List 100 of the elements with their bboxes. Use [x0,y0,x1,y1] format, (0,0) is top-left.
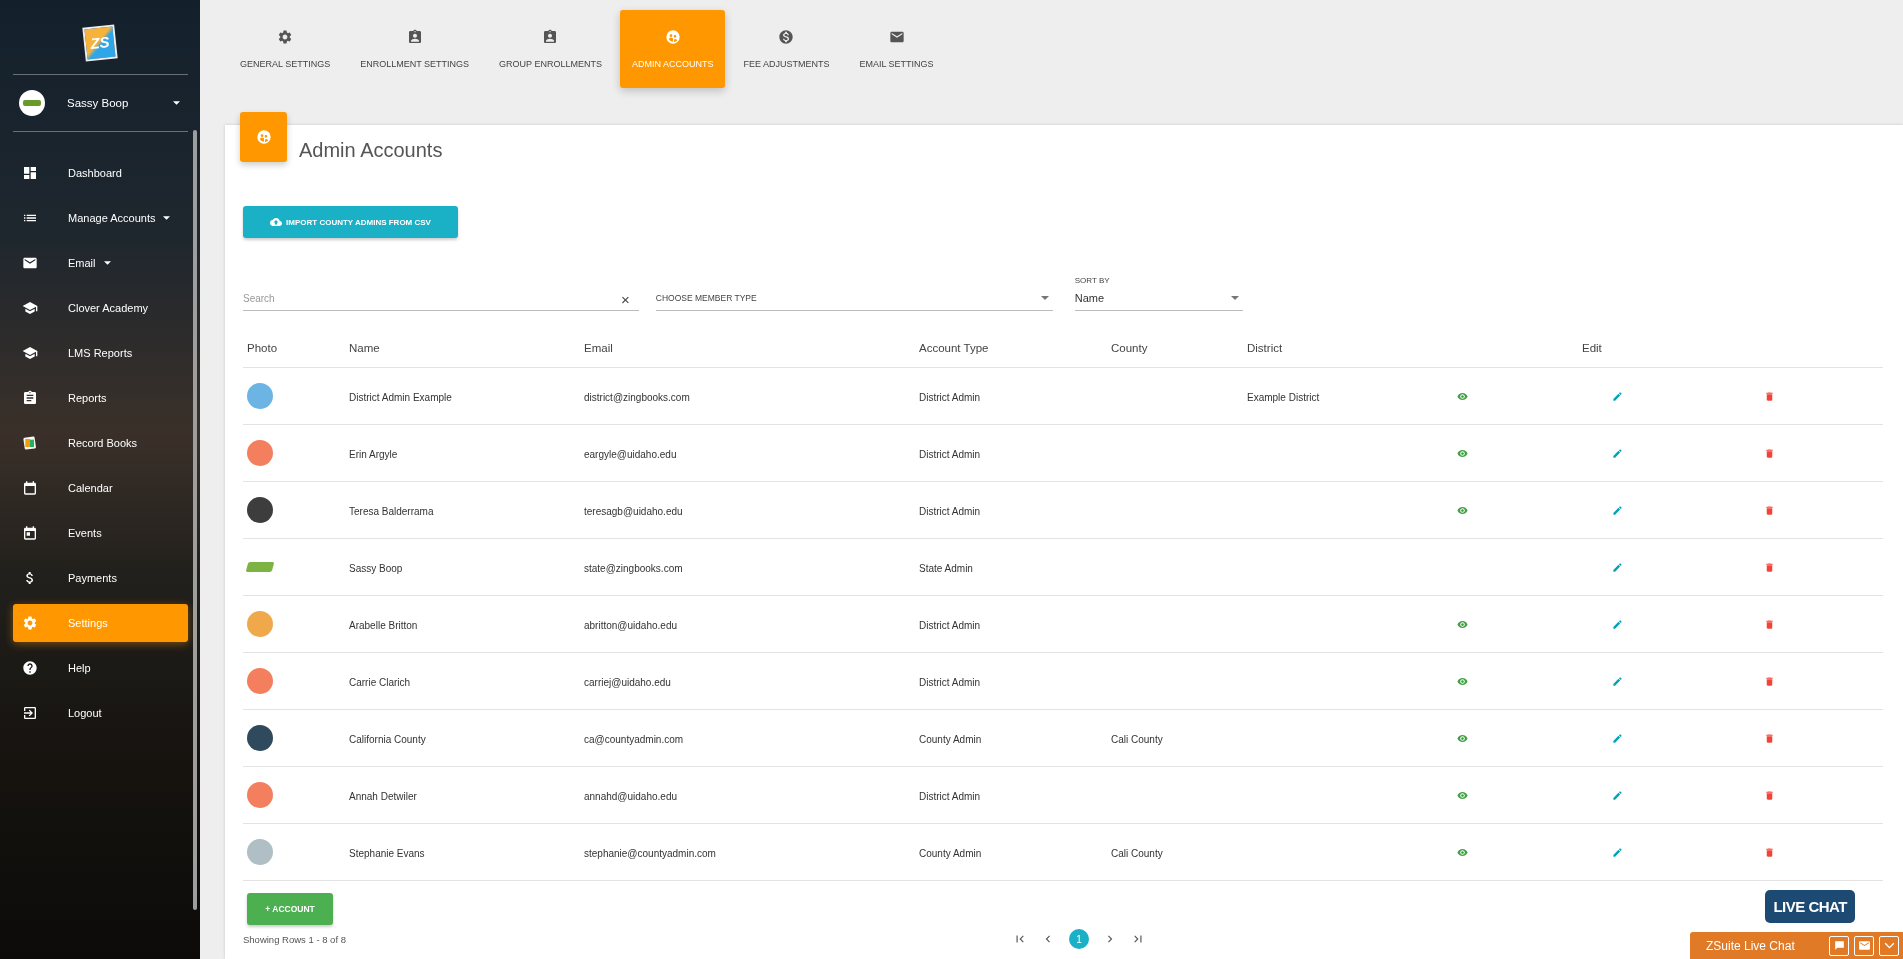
sidebar-item[interactable]: Calendar [13,469,188,507]
table-cell: District Admin [919,506,981,517]
sort-dropdown[interactable]: Name [1074,286,1243,311]
delete-icon[interactable] [1764,846,1775,858]
table-cell: state@zingbooks.com [584,563,683,574]
view-icon[interactable] [1457,390,1468,402]
user-menu[interactable]: Sassy Boop [0,75,200,131]
settings-tab[interactable]: GROUP ENROLLMENTS [487,10,614,88]
edit-icon[interactable] [1612,561,1623,573]
table-cell: Annah Detwiler [349,791,417,802]
table-cell: District Admin [919,677,981,688]
id-badge-icon [406,29,423,45]
help-icon [22,659,38,676]
chevron-down-icon[interactable] [1879,935,1899,956]
settings-tab[interactable]: GENERAL SETTINGS [228,10,343,88]
table-cell: stephanie@countyadmin.com [584,848,716,859]
settings-icon [277,29,294,45]
logout-icon [22,704,38,721]
table-cell: abritton@uidaho.edu [584,620,677,631]
edit-icon[interactable] [1612,732,1623,744]
table-cell: Stephanie Evans [349,848,425,859]
column-header: Account Type [919,342,989,354]
delete-icon[interactable] [1764,675,1775,687]
table-cell: Cali County [1111,848,1163,859]
table-cell: annahd@uidaho.edu [584,791,677,802]
sort-label: SORT BY [1074,276,1111,285]
delete-icon[interactable] [1764,390,1775,402]
sidebar-item[interactable]: Payments [13,559,188,597]
sidebar-item[interactable]: Reports [13,379,188,417]
sidebar-item[interactable]: Dashboard [13,154,188,192]
column-header: Name [349,342,380,354]
calendar-icon [22,479,38,496]
column-header: District [1247,342,1283,354]
table-cell: District Admin Example [349,392,452,403]
table-cell: Teresa Balderrama [349,506,434,517]
table-cell: carriej@uidaho.edu [584,677,671,688]
page-title: Admin Accounts [299,138,443,162]
table-cell: Carrie Clarich [349,677,411,688]
mail-icon[interactable] [1854,935,1874,956]
sidebar-item[interactable]: Manage Accounts [13,199,188,237]
view-icon[interactable] [1457,789,1468,801]
table-cell: Arabelle Britton [349,620,418,631]
edit-icon[interactable] [1612,675,1623,687]
delete-icon[interactable] [1764,618,1775,630]
view-icon[interactable] [1457,504,1468,516]
caret-icon [1230,296,1239,300]
sidebar-item[interactable]: Help [13,649,188,687]
cloud-upload-icon [270,216,283,228]
table-cell: County Admin [919,734,982,745]
delete-icon[interactable] [1764,561,1775,573]
edit-icon[interactable] [1612,447,1623,459]
chat-icon[interactable] [1829,935,1849,956]
live-chat-badge[interactable]: LIVE CHAT [1765,890,1855,923]
table-cell: District Admin [919,449,981,460]
settings-tab[interactable]: EMAIL SETTINGS [847,10,946,88]
view-icon[interactable] [1457,732,1468,744]
edit-icon[interactable] [1612,390,1623,402]
sidebar-item[interactable]: LMS Reports [13,334,188,372]
view-icon[interactable] [1457,447,1468,459]
member-type-dropdown[interactable]: CHOOSE MEMBER TYPE [655,286,1053,311]
column-header: Email [584,342,613,354]
user-avatar [19,90,45,116]
edit-icon[interactable] [1612,504,1623,516]
edit-icon[interactable] [1612,618,1623,630]
table-cell: Example District [1247,392,1320,403]
dashboard-icon [22,164,38,181]
delete-icon[interactable] [1764,504,1775,516]
view-icon[interactable] [1457,618,1468,630]
graduation-cap-icon [22,344,38,361]
table-cell: County Admin [919,848,982,859]
view-icon[interactable] [1457,675,1468,687]
edit-icon[interactable] [1612,846,1623,858]
delete-icon[interactable] [1764,447,1775,459]
edit-icon[interactable] [1612,789,1623,801]
scrollbar[interactable] [193,130,197,910]
column-header: Edit [1582,342,1602,354]
table-cell: Sassy Boop [349,563,403,574]
graduation-cap-icon [22,299,38,316]
table-cell: district@zingbooks.com [584,392,690,403]
clear-button[interactable]: × [617,290,634,308]
table-cell: State Admin [919,563,973,574]
table-cell: eargyle@uidaho.edu [584,449,677,460]
sidebar-item[interactable]: Clover Academy [13,289,188,327]
settings-tab[interactable]: ENROLLMENT SETTINGS [348,10,482,88]
delete-icon[interactable] [1764,732,1775,744]
sidebar-item[interactable]: Logout [13,694,188,732]
settings-tab[interactable]: FEE ADJUSTMENTS [731,10,842,88]
table-cell: California County [349,734,426,745]
mail-icon [888,29,905,45]
calendar-icon [22,524,38,541]
delete-icon[interactable] [1764,789,1775,801]
view-icon[interactable] [1457,846,1468,858]
table-cell: teresagb@uidaho.edu [584,506,683,517]
column-header: Photo [247,342,278,354]
sidebar-item[interactable]: Events [13,514,188,552]
table-cell: Cali County [1111,734,1163,745]
sidebar-item[interactable]: Email [13,244,188,282]
column-header: County [1111,342,1148,354]
caret-icon [173,101,180,105]
sidebar-item[interactable]: Record Books [13,424,188,462]
